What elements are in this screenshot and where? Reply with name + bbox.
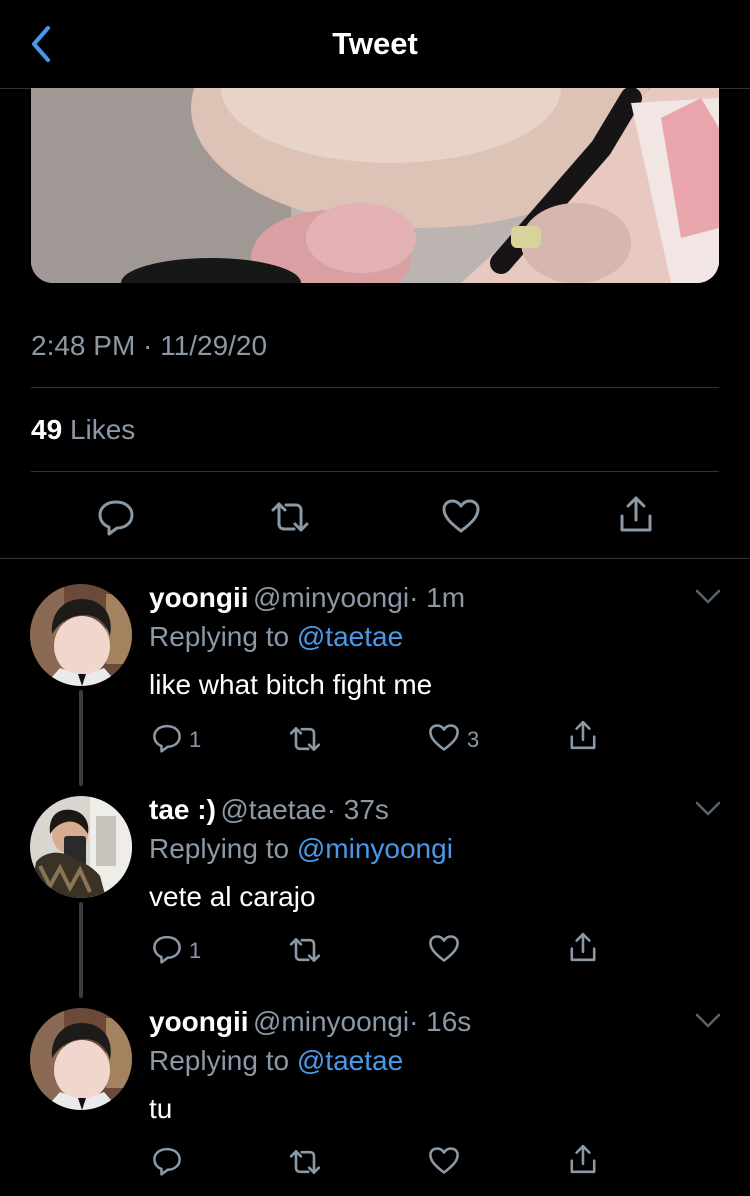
likes-stat[interactable]: 49 Likes [31, 414, 135, 446]
reply-icon [153, 724, 181, 753]
retweet-icon [289, 1150, 321, 1174]
share-button[interactable] [567, 1143, 599, 1175]
mention-link[interactable]: @taetae [297, 1045, 403, 1076]
display-name[interactable]: yoongii [149, 582, 249, 613]
reply-button[interactable] [151, 934, 183, 964]
reply-header: yoongii @minyoongi· 1m [149, 582, 465, 614]
more-options-button[interactable] [694, 588, 722, 611]
retweet-button[interactable] [287, 936, 323, 964]
photo-graphic [31, 88, 719, 283]
reply-header: yoongii @minyoongi· 16s [149, 1006, 471, 1038]
retweet-icon [289, 938, 321, 962]
replying-to-line: Replying to @taetae [149, 1045, 403, 1077]
chevron-down-icon [695, 589, 721, 604]
replying-to-line: Replying to @minyoongi [149, 833, 453, 865]
reply-button[interactable] [96, 498, 136, 536]
tweet-timestamp: 2:48 PM · 11/29/20 [31, 330, 268, 361]
replying-to-label: Replying to [149, 833, 290, 864]
display-name[interactable]: yoongii [149, 1006, 249, 1037]
retweet-button[interactable] [287, 725, 323, 753]
like-button[interactable] [428, 934, 460, 963]
like-button[interactable] [428, 1146, 460, 1175]
retweet-button[interactable] [268, 500, 312, 534]
share-icon [620, 496, 652, 532]
avatar-photo [30, 1008, 132, 1110]
chevron-down-icon [695, 801, 721, 816]
like-button[interactable] [428, 723, 460, 752]
avatar[interactable] [30, 796, 132, 898]
replying-to-label: Replying to [149, 621, 290, 652]
reply-time: · 16s [409, 1006, 472, 1037]
thread-line [79, 902, 83, 998]
chevron-down-icon [695, 1013, 721, 1028]
more-options-button[interactable] [694, 1012, 722, 1035]
avatar[interactable] [30, 584, 132, 686]
avatar-photo [30, 796, 132, 898]
replying-to-label: Replying to [149, 1045, 290, 1076]
share-button[interactable] [567, 931, 599, 963]
like-button[interactable] [441, 498, 481, 534]
heart-icon [429, 724, 459, 751]
more-options-button[interactable] [694, 800, 722, 823]
reply-icon [98, 500, 134, 536]
user-handle[interactable]: @minyoongi [253, 1006, 409, 1037]
tweet-media-image[interactable] [31, 88, 719, 283]
heart-icon [429, 935, 459, 962]
reply-count: 1 [189, 938, 202, 963]
reply-time: · 37s [326, 794, 389, 825]
user-handle[interactable]: @minyoongi [253, 582, 409, 613]
replying-to-line: Replying to @taetae [149, 621, 403, 653]
reply-button[interactable] [151, 723, 183, 753]
divider [31, 387, 719, 388]
avatar[interactable] [30, 1008, 132, 1110]
page-title: Tweet [332, 26, 418, 61]
reply-text: tu [149, 1093, 173, 1124]
reply-button[interactable] [151, 1146, 183, 1176]
heart-icon [429, 1147, 459, 1174]
mention-link[interactable]: @taetae [297, 621, 403, 652]
heart-icon [442, 499, 480, 533]
retweet-icon [271, 502, 309, 532]
like-count: 3 [467, 727, 480, 752]
reply-icon [153, 935, 181, 964]
share-icon [570, 720, 596, 750]
retweet-button[interactable] [287, 1148, 323, 1176]
reply-count: 1 [189, 727, 202, 752]
retweet-icon [289, 727, 321, 751]
likes-count: 49 [31, 414, 63, 445]
thread-line [79, 690, 83, 786]
reply-text: vete al carajo [149, 881, 316, 912]
share-icon [570, 932, 596, 962]
share-button[interactable] [567, 719, 599, 751]
reply-header: tae :) @taetae· 37s [149, 794, 389, 826]
reply-text: like what bitch fight me [149, 669, 433, 700]
divider [0, 558, 750, 559]
share-button[interactable] [616, 494, 656, 534]
reply-icon [153, 1147, 181, 1176]
mention-link[interactable]: @minyoongi [297, 833, 453, 864]
share-icon [570, 1144, 596, 1174]
user-handle[interactable]: @taetae [220, 794, 326, 825]
likes-label: Likes [69, 414, 136, 445]
reply-time: · 1m [409, 582, 466, 613]
divider [31, 471, 719, 472]
display-name[interactable]: tae :) [149, 794, 216, 825]
avatar-photo [30, 584, 132, 686]
